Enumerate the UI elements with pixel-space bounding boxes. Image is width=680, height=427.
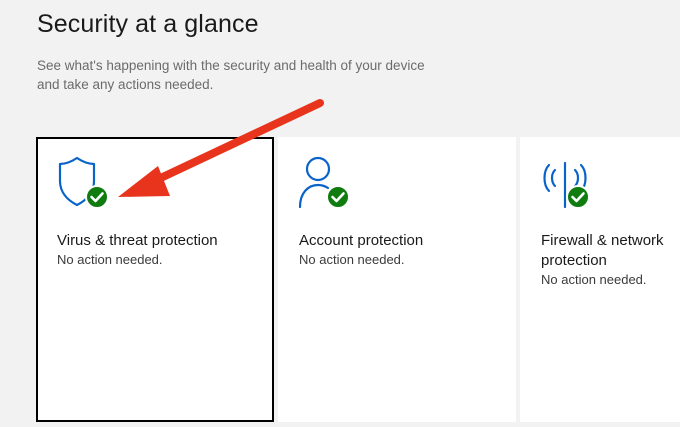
- firewall-network-protection-card[interactable]: Firewall & network protection No action …: [520, 137, 680, 422]
- card-status: No action needed.: [541, 272, 647, 287]
- security-overview-page: Security at a glance See what's happenin…: [0, 0, 680, 427]
- card-status: No action needed.: [57, 252, 163, 267]
- card-title: Firewall & network protection: [541, 232, 664, 269]
- card-title: Virus & threat protection: [57, 232, 218, 249]
- shield-check-icon: [58, 156, 109, 209]
- card-title: Account protection: [299, 232, 424, 249]
- person-check-icon: [298, 156, 350, 209]
- account-protection-card[interactable]: Account protection No action needed.: [278, 137, 516, 422]
- page-subtitle: See what's happening with the security a…: [37, 58, 425, 92]
- virus-threat-protection-card[interactable]: Virus & threat protection No action need…: [36, 137, 274, 422]
- card-status: No action needed.: [299, 252, 405, 267]
- antenna-check-icon: [543, 161, 590, 209]
- page-title: Security at a glance: [37, 10, 259, 38]
